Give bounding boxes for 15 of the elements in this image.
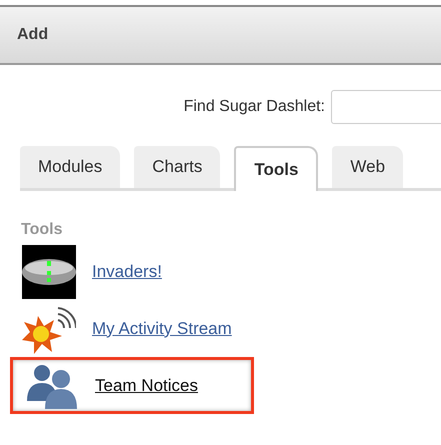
dashlet-item[interactable]: My Activity Stream <box>10 300 254 357</box>
section-title: Tools <box>21 221 64 239</box>
highlighted-item[interactable]: Team Notices <box>10 357 254 414</box>
search-label: Find Sugar Dashlet: <box>184 98 325 116</box>
search-field[interactable] <box>331 90 441 124</box>
dashlet-link[interactable]: Team Notices <box>95 376 198 396</box>
spaceship-icon <box>22 244 76 298</box>
panel-title: Add <box>17 26 48 44</box>
tab[interactable]: Modules <box>20 146 120 188</box>
tab[interactable]: Charts <box>134 146 220 188</box>
dashlet-link[interactable]: My Activity Stream <box>92 318 232 338</box>
tab[interactable]: Web <box>332 146 404 188</box>
dashlet-item[interactable]: Invaders! <box>10 243 254 300</box>
tab[interactable]: Tools <box>234 146 318 191</box>
dashlet-link[interactable]: Invaders! <box>92 262 162 282</box>
